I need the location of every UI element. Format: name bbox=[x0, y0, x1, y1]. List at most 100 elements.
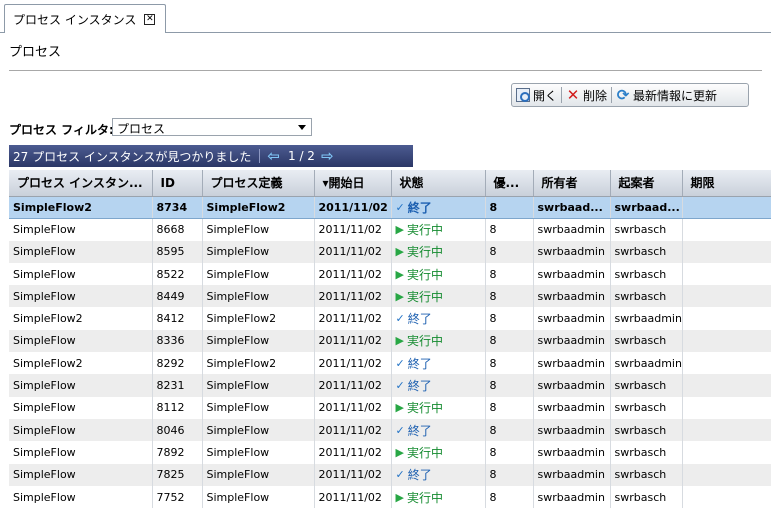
open-button[interactable]: 開く bbox=[512, 84, 561, 106]
cell-owner: swrbaadmin bbox=[533, 285, 611, 308]
cell-due bbox=[682, 195, 771, 219]
cell-instance: SimpleFlow bbox=[9, 418, 153, 442]
table-row[interactable]: SimpleFlow 8449 SimpleFlow 2011/11/02 ▶ 実行中 8 s… bbox=[9, 285, 771, 308]
status-badge: ▶ 実行中 bbox=[396, 288, 443, 305]
tab-process-instances[interactable]: プロセス インスタンス ✕ bbox=[4, 4, 166, 33]
cell-instance: SimpleFlow bbox=[9, 240, 153, 263]
status-label: 終了 bbox=[407, 468, 432, 483]
table-row[interactable]: SimpleFlow2 8412 SimpleFlow2 2011/11/02 ✓ 終了 8… bbox=[9, 307, 771, 330]
cell-due bbox=[682, 240, 771, 263]
cell-instance: SimpleFlow2 bbox=[9, 352, 153, 375]
open-icon bbox=[516, 88, 530, 102]
prev-page-icon[interactable]: ⇦ bbox=[267, 149, 280, 164]
table-row[interactable]: SimpleFlow 8046 SimpleFlow 2011/11/02 ✓ 終了 8 sw… bbox=[9, 418, 771, 442]
cell-due bbox=[682, 441, 771, 464]
cell-instance: SimpleFlow bbox=[9, 218, 153, 241]
cell-start-date: 2011/11/02 bbox=[314, 240, 392, 263]
column-header-due[interactable]: 期限 bbox=[682, 170, 771, 197]
status-label: 実行中 bbox=[406, 267, 443, 282]
cell-due bbox=[682, 285, 771, 308]
checkmark-icon: ✓ bbox=[395, 312, 405, 326]
table-row[interactable]: SimpleFlow2 8734 SimpleFlow2 2011/11/02 ✓ 終了 8… bbox=[9, 195, 771, 219]
table-row[interactable]: SimpleFlow 8668 SimpleFlow 2011/11/02 ▶ 実行中 8 s… bbox=[9, 218, 771, 241]
cell-drafter: swrbasch bbox=[610, 285, 683, 308]
column-header-priority[interactable]: 優... bbox=[485, 170, 534, 197]
cell-definition: SimpleFlow2 bbox=[202, 352, 315, 375]
cell-priority: 8 bbox=[485, 307, 534, 330]
cell-status: ✓ 終了 bbox=[391, 418, 486, 442]
column-header-status[interactable]: 状態 bbox=[391, 170, 486, 197]
column-header-id[interactable]: ID bbox=[152, 170, 203, 197]
cell-priority: 8 bbox=[485, 396, 534, 419]
cell-id: 8112 bbox=[152, 396, 203, 419]
cell-status: ▶ 実行中 bbox=[391, 485, 486, 508]
table-row[interactable]: SimpleFlow 7892 SimpleFlow 2011/11/02 ▶ 実行中 8 s… bbox=[9, 441, 771, 464]
table-row[interactable]: SimpleFlow 8595 SimpleFlow 2011/11/02 ▶ 実行中 8 s… bbox=[9, 240, 771, 263]
tab-label: プロセス インスタンス bbox=[13, 12, 137, 27]
cell-drafter: swrbasch bbox=[610, 441, 683, 464]
cell-id: 8046 bbox=[152, 418, 203, 442]
refresh-button-label: 最新情報に更新 bbox=[633, 88, 718, 103]
cell-drafter: swrbasch bbox=[610, 485, 683, 508]
cell-start-date: 2011/11/02 bbox=[314, 396, 392, 419]
table-row[interactable]: SimpleFlow 8522 SimpleFlow 2011/11/02 ▶ 実行中 8 s… bbox=[9, 262, 771, 286]
cell-instance: SimpleFlow2 bbox=[9, 195, 153, 219]
table-row[interactable]: SimpleFlow 8231 SimpleFlow 2011/11/02 ✓ 終了 8 sw… bbox=[9, 374, 771, 397]
column-header-start-date[interactable]: ▾開始日 bbox=[314, 170, 392, 197]
process-filter-select[interactable]: プロセス bbox=[112, 118, 312, 136]
play-icon: ▶ bbox=[395, 245, 404, 259]
checkmark-icon: ✓ bbox=[395, 356, 405, 370]
cell-due bbox=[682, 218, 771, 241]
cell-start-date: 2011/11/02 bbox=[314, 262, 392, 286]
next-page-icon[interactable]: ⇨ bbox=[321, 149, 334, 164]
column-header-owner[interactable]: 所有者 bbox=[533, 170, 611, 197]
column-header-instance[interactable]: プロセス インスタン... bbox=[9, 170, 153, 197]
cell-owner: swrbaadmin bbox=[533, 396, 611, 419]
close-icon[interactable]: ✕ bbox=[144, 13, 156, 25]
tab-strip: プロセス インスタンス ✕ bbox=[0, 0, 771, 33]
cell-due bbox=[682, 307, 771, 330]
cell-id: 8668 bbox=[152, 218, 203, 241]
cell-priority: 8 bbox=[485, 262, 534, 286]
cell-priority: 8 bbox=[485, 329, 534, 353]
cell-id: 8522 bbox=[152, 262, 203, 286]
cell-priority: 8 bbox=[485, 240, 534, 263]
results-header: 27 プロセス インスタンスが見つかりました ⇦ 1 / 2 ⇨ bbox=[9, 145, 413, 167]
cell-definition: SimpleFlow bbox=[202, 441, 315, 464]
cell-drafter: swrbasch bbox=[610, 463, 683, 486]
cell-id: 7825 bbox=[152, 463, 203, 486]
cell-status: ✓ 終了 bbox=[391, 463, 486, 486]
cell-definition: SimpleFlow2 bbox=[202, 195, 315, 219]
table-row[interactable]: SimpleFlow 7825 SimpleFlow 2011/11/02 ✓ 終了 8 sw… bbox=[9, 463, 771, 486]
cell-status: ✓ 終了 bbox=[391, 352, 486, 375]
status-label: 終了 bbox=[407, 312, 432, 327]
cell-drafter: swrbasch bbox=[610, 218, 683, 241]
cell-priority: 8 bbox=[485, 485, 534, 508]
table-row[interactable]: SimpleFlow 7752 SimpleFlow 2011/11/02 ▶ 実行中 8 s… bbox=[9, 485, 771, 508]
cell-id: 8336 bbox=[152, 329, 203, 353]
table-row[interactable]: SimpleFlow 8336 SimpleFlow 2011/11/02 ▶ 実行中 8 s… bbox=[9, 329, 771, 353]
cell-priority: 8 bbox=[485, 352, 534, 375]
column-header-definition[interactable]: プロセス定義 bbox=[202, 170, 315, 197]
table-row[interactable]: SimpleFlow2 8292 SimpleFlow2 2011/11/02 ✓ 終了 8… bbox=[9, 352, 771, 375]
process-instance-table: プロセス インスタン... ID プロセス定義 ▾開始日 状態 優... 所有者… bbox=[9, 170, 771, 508]
play-icon: ▶ bbox=[395, 334, 404, 348]
delete-button[interactable]: ✕ 削除 bbox=[562, 84, 611, 106]
divider bbox=[9, 70, 762, 71]
table-row[interactable]: SimpleFlow 8112 SimpleFlow 2011/11/02 ▶ 実行中 8 s… bbox=[9, 396, 771, 419]
cell-status: ▶ 実行中 bbox=[391, 262, 486, 286]
status-label: 実行中 bbox=[406, 245, 443, 260]
cell-owner: swrbaadmin bbox=[533, 262, 611, 286]
delete-button-label: 削除 bbox=[583, 88, 608, 103]
play-icon: ▶ bbox=[395, 445, 404, 459]
cell-due bbox=[682, 262, 771, 286]
cell-definition: SimpleFlow bbox=[202, 240, 315, 263]
cell-start-date: 2011/11/02 bbox=[314, 285, 392, 308]
refresh-button[interactable]: ⟳ 最新情報に更新 bbox=[612, 84, 721, 106]
cell-status: ▶ 実行中 bbox=[391, 240, 486, 263]
column-header-drafter[interactable]: 起案者 bbox=[610, 170, 683, 197]
cell-drafter: swrbaadmin bbox=[610, 352, 683, 375]
filter-label: プロセス フィルタ: bbox=[9, 123, 114, 137]
status-label: 実行中 bbox=[406, 223, 443, 238]
cell-due bbox=[682, 463, 771, 486]
